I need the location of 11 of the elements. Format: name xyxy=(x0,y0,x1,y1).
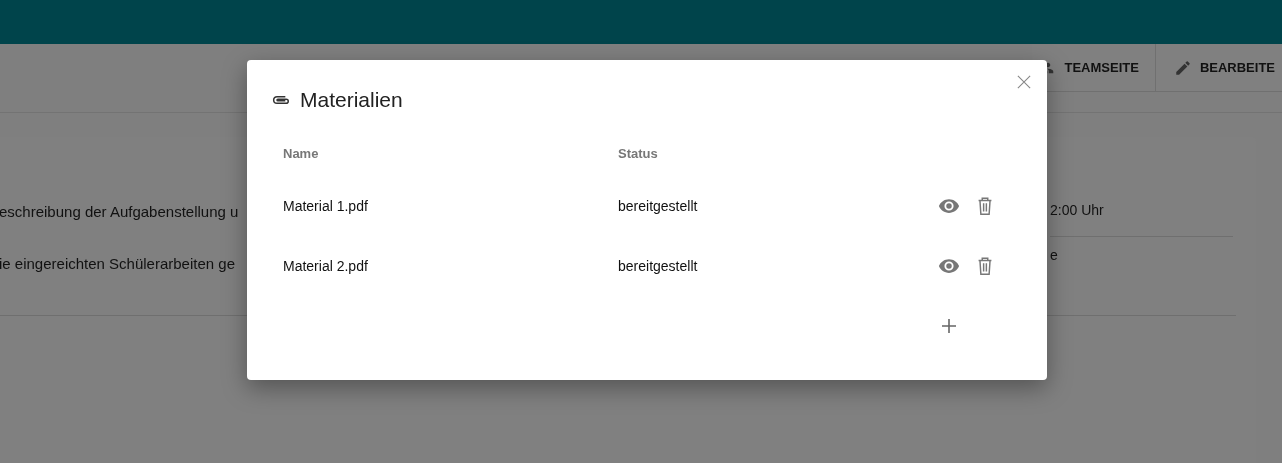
table-cell-text: Material 2.pdf xyxy=(283,258,369,274)
dialog-title: Materialien xyxy=(300,88,403,112)
column-header: Name xyxy=(283,145,320,161)
column-header: Status xyxy=(618,145,659,161)
description-text: eschreibung der Aufgabenstellung u xyxy=(0,202,239,222)
table-cell-text: bereitgestellt xyxy=(618,198,699,214)
description-text: ie eingereichten Schülerarbeiten ge xyxy=(0,254,235,274)
detail-text: 2:00 Uhr xyxy=(1050,200,1233,237)
table-cell-text: bereitgestellt xyxy=(618,258,699,274)
detail-text: e xyxy=(1050,246,1059,265)
table-cell-text: Material 1.pdf xyxy=(283,198,369,214)
